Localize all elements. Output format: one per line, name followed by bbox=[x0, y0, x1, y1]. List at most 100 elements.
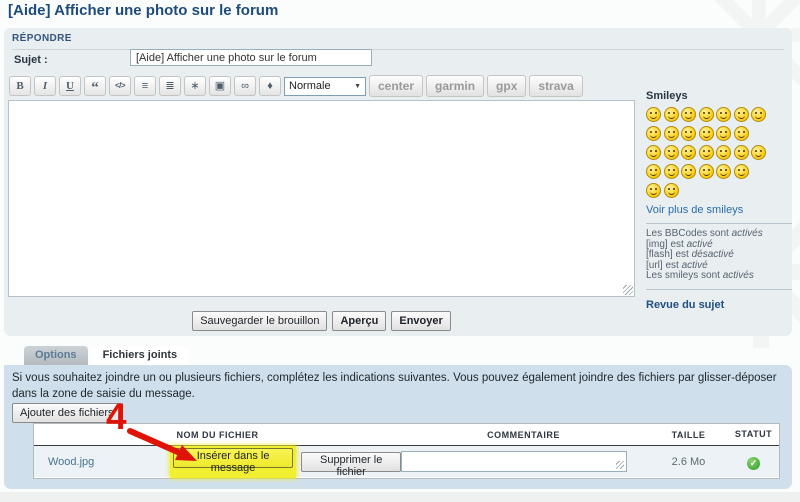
smiley-icon[interactable] bbox=[734, 164, 749, 179]
highlight-marker: Insérer dans le message bbox=[170, 446, 296, 478]
reply-panel: RÉPONDRE Sujet : B I U “ </> ≡ ≣ ∗ ▣ ∞ ♦… bbox=[4, 28, 792, 336]
smiley-icon[interactable] bbox=[664, 107, 679, 122]
bbcode-status-value: désactivé bbox=[692, 249, 734, 260]
smileys-title: Smileys bbox=[646, 90, 792, 102]
header-filename: NOM DU FICHIER bbox=[34, 430, 401, 440]
smiley-icon[interactable] bbox=[699, 107, 714, 122]
smiley-icon[interactable] bbox=[681, 164, 696, 179]
header-size: TAILLE bbox=[646, 430, 731, 440]
smiley-row bbox=[646, 164, 792, 183]
comment-input[interactable] bbox=[401, 451, 627, 472]
bbcode-status-text: [flash] est bbox=[646, 249, 692, 260]
attachments-table: NOM DU FICHIER COMMENTAIRE TAILLE STATUT… bbox=[33, 423, 780, 479]
smiley-icon[interactable] bbox=[664, 145, 679, 160]
attachment-size: 2.6 Mo bbox=[646, 456, 731, 468]
attachment-filename[interactable]: Wood.jpg bbox=[34, 456, 170, 468]
image-icon[interactable]: ▣ bbox=[209, 76, 231, 96]
smiley-icon[interactable] bbox=[716, 126, 731, 141]
form-actions: Sauvegarder le brouillon Aperçu Envoyer bbox=[8, 311, 635, 331]
preview-button[interactable]: Aperçu bbox=[332, 311, 386, 331]
bbcode-status-text: Les smileys sont bbox=[646, 270, 723, 281]
smiley-icon[interactable] bbox=[716, 145, 731, 160]
smiley-icon[interactable] bbox=[681, 145, 696, 160]
page-footer-strip bbox=[0, 492, 800, 502]
subject-input[interactable] bbox=[130, 49, 372, 66]
smiley-row bbox=[646, 126, 792, 145]
smiley-icon[interactable] bbox=[664, 164, 679, 179]
smiley-row bbox=[646, 183, 792, 202]
attachments-table-header: NOM DU FICHIER COMMENTAIRE TAILLE STATUT bbox=[34, 424, 779, 446]
garmin-tag-button[interactable]: garmin bbox=[426, 75, 484, 97]
file-cell: Wood.jpg Insérer dans le message Supprim… bbox=[34, 446, 401, 478]
center-tag-button[interactable]: center bbox=[369, 75, 423, 97]
add-files-button[interactable]: Ajouter des fichiers bbox=[12, 403, 122, 423]
smiley-icon[interactable] bbox=[646, 107, 661, 122]
bbcode-status-value: activé bbox=[682, 260, 708, 271]
bbcode-status-value: activé bbox=[687, 239, 713, 250]
tab-bar: Options Fichiers joints bbox=[24, 346, 188, 365]
divider bbox=[646, 223, 792, 224]
message-editor[interactable] bbox=[8, 100, 635, 297]
save-draft-button[interactable]: Sauvegarder le brouillon bbox=[192, 311, 327, 331]
smiley-icon[interactable] bbox=[681, 107, 696, 122]
page-title: [Aide] Afficher une photo sur le forum bbox=[8, 2, 278, 19]
smiley-icon[interactable] bbox=[646, 164, 661, 179]
smiley-icon[interactable] bbox=[734, 107, 749, 122]
header-comment: COMMENTAIRE bbox=[401, 430, 646, 440]
smiley-icon[interactable] bbox=[716, 164, 731, 179]
bbcode-status-text: [img] est bbox=[646, 239, 687, 250]
delete-file-button[interactable]: Supprimer le fichier bbox=[301, 452, 401, 472]
attachments-panel: Si vous souhaitez joindre un ou plusieur… bbox=[4, 365, 792, 489]
insert-in-message-button[interactable]: Insérer dans le message bbox=[173, 448, 293, 468]
smiley-icon[interactable] bbox=[699, 126, 714, 141]
bbcode-status-text: Les BBCodes sont bbox=[646, 228, 732, 239]
attachment-row: Wood.jpg Insérer dans le message Supprim… bbox=[34, 446, 779, 477]
status-ok-icon: ✓ bbox=[747, 457, 760, 470]
smiley-row bbox=[646, 145, 792, 164]
smiley-icon[interactable] bbox=[699, 145, 714, 160]
font-size-select[interactable]: Normale ▼ bbox=[284, 77, 366, 96]
smiley-icon[interactable] bbox=[716, 107, 731, 122]
ordered-list-icon[interactable]: ≣ bbox=[159, 76, 181, 96]
more-smileys-link[interactable]: Voir plus de smileys bbox=[646, 204, 792, 216]
header-status: STATUT bbox=[731, 430, 776, 439]
smiley-icon[interactable] bbox=[664, 183, 679, 198]
topic-review-link[interactable]: Revue du sujet bbox=[646, 299, 792, 311]
tab-options[interactable]: Options bbox=[24, 346, 88, 365]
bbcode-status-value: activés bbox=[732, 228, 763, 239]
link-icon[interactable]: ∞ bbox=[234, 76, 256, 96]
smiley-icon[interactable] bbox=[646, 126, 661, 141]
bbcode-status-value: activés bbox=[723, 270, 754, 281]
tab-fichiers-joints[interactable]: Fichiers joints bbox=[92, 346, 189, 365]
smiley-icon[interactable] bbox=[681, 126, 696, 141]
subject-label: Sujet : bbox=[14, 54, 48, 66]
smiley-icon[interactable] bbox=[664, 126, 679, 141]
strava-tag-button[interactable]: strava bbox=[529, 75, 582, 97]
attachments-intro-text: Si vous souhaitez joindre un ou plusieur… bbox=[12, 370, 780, 402]
bold-button[interactable]: B bbox=[9, 76, 31, 96]
list-item-icon[interactable]: ∗ bbox=[184, 76, 206, 96]
smiley-icon[interactable] bbox=[751, 145, 766, 160]
smiley-icon[interactable] bbox=[646, 145, 661, 160]
italic-button[interactable]: I bbox=[34, 76, 56, 96]
color-icon[interactable]: ♦ bbox=[259, 76, 281, 96]
gpx-tag-button[interactable]: gpx bbox=[487, 75, 526, 97]
reply-section-title: RÉPONDRE bbox=[12, 33, 784, 50]
smiley-icon[interactable] bbox=[751, 107, 766, 122]
smiley-icon[interactable] bbox=[734, 126, 749, 141]
code-icon[interactable]: </> bbox=[109, 76, 131, 96]
smiley-icon[interactable] bbox=[699, 164, 714, 179]
bbcode-status-text: [url] est bbox=[646, 260, 682, 271]
list-icon[interactable]: ≡ bbox=[134, 76, 156, 96]
bbcode-status-line: Les smileys sont activés bbox=[646, 271, 792, 282]
underline-button[interactable]: U bbox=[59, 76, 81, 96]
smiley-sidebar: Smileys Voir plus de smileys Les BBCodes… bbox=[646, 90, 792, 311]
chevron-down-icon: ▼ bbox=[354, 83, 361, 90]
status-cell: ✓ bbox=[731, 453, 776, 471]
smiley-icon[interactable] bbox=[646, 183, 661, 198]
smiley-icon[interactable] bbox=[734, 145, 749, 160]
comment-cell bbox=[401, 451, 646, 472]
quote-icon[interactable]: “ bbox=[84, 76, 106, 96]
smiley-row bbox=[646, 107, 792, 126]
submit-button[interactable]: Envoyer bbox=[391, 311, 450, 331]
